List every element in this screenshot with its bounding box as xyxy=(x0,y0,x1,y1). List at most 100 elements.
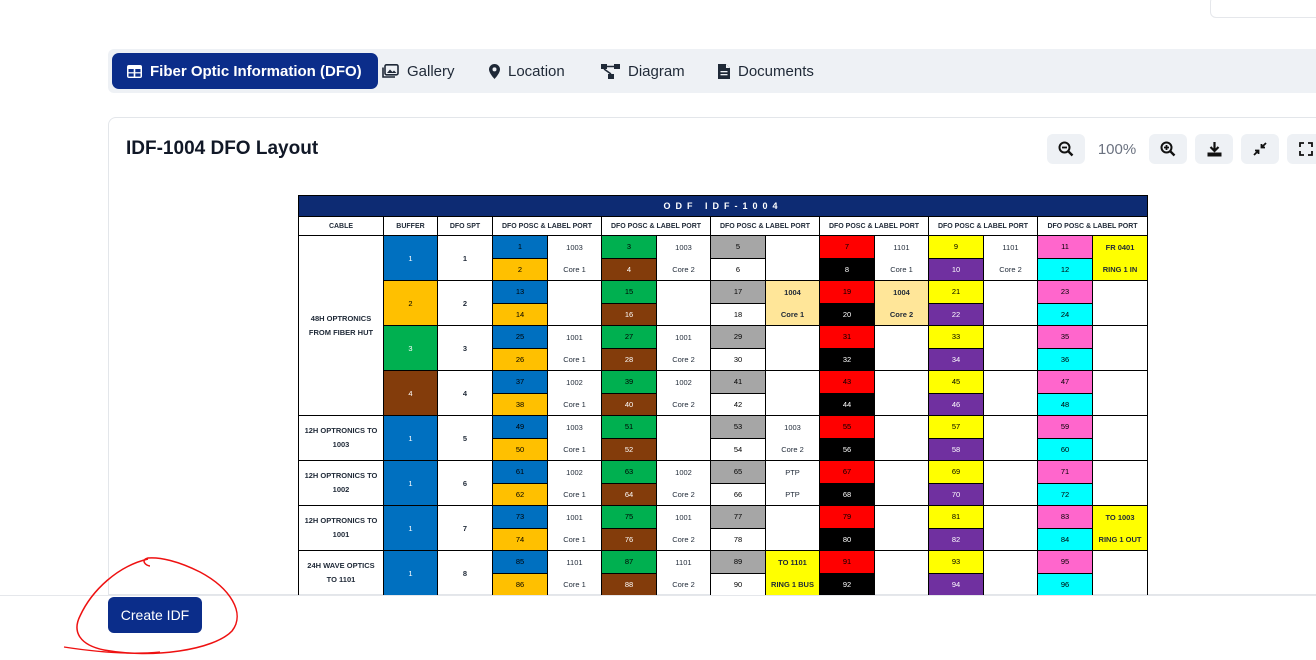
dfo-spt-cell: 2 xyxy=(437,280,493,326)
port-cell: 18 xyxy=(710,302,766,326)
port-label-cell: Core 1 xyxy=(547,258,602,281)
tab-fiber-optic-information[interactable]: Fiber Optic Information (DFO) xyxy=(112,53,378,89)
header-buffer: BUFFER xyxy=(383,216,438,236)
port-cell: 52 xyxy=(601,437,657,461)
port-label-cell xyxy=(1091,483,1149,506)
port-cell: 91 xyxy=(819,550,875,574)
port-cell: 2 xyxy=(492,257,548,281)
port-label-cell xyxy=(874,325,929,348)
port-cell: 90 xyxy=(710,572,766,595)
port-label-cell xyxy=(874,550,929,573)
port-cell: 22 xyxy=(928,302,984,326)
port-cell: 39 xyxy=(601,370,657,394)
zoom-out-button[interactable] xyxy=(1047,134,1085,164)
diagram-icon xyxy=(601,63,620,79)
port-label-cell: RING 1 IN xyxy=(1091,258,1149,281)
port-label-cell xyxy=(1091,393,1149,416)
tab-location[interactable]: Location xyxy=(489,53,565,89)
port-label-cell xyxy=(983,438,1038,461)
port-label-cell xyxy=(874,573,929,595)
port-cell: 87 xyxy=(601,550,657,574)
create-idf-button[interactable]: Create IDF xyxy=(108,597,202,633)
port-cell: 42 xyxy=(710,392,766,416)
port-cell: 82 xyxy=(928,527,984,551)
port-cell: 83 xyxy=(1037,505,1093,529)
port-cell: 31 xyxy=(819,325,875,349)
port-label-cell: Core 1 xyxy=(547,573,602,595)
port-cell: 61 xyxy=(492,460,548,484)
port-label-cell xyxy=(1091,280,1149,303)
collapse-button[interactable] xyxy=(1241,134,1279,164)
port-cell: 4 xyxy=(601,257,657,281)
port-cell: 60 xyxy=(1037,437,1093,461)
port-label-cell: Core 1 xyxy=(547,528,602,551)
buffer-cell: 3 xyxy=(383,325,438,371)
port-label-cell: Core 2 xyxy=(874,303,929,326)
sheet-title: ODF IDF-1004 xyxy=(298,195,1149,217)
port-cell: 5 xyxy=(710,235,766,259)
top-right-input[interactable] xyxy=(1210,0,1316,18)
port-label-cell xyxy=(874,505,929,528)
port-label-cell: Core 1 xyxy=(547,483,602,506)
port-label-cell: TO 1003 xyxy=(1091,505,1149,528)
header-dfo-posc-label-port: DFO POSC & LABEL PORT xyxy=(492,216,602,236)
tab-gallery[interactable]: Gallery xyxy=(382,53,455,89)
port-cell: 11 xyxy=(1037,235,1093,259)
port-label-cell xyxy=(1091,438,1149,461)
port-cell: 53 xyxy=(710,415,766,439)
port-cell: 96 xyxy=(1037,572,1093,595)
port-label-cell: 1002 xyxy=(656,370,711,393)
port-cell: 33 xyxy=(928,325,984,349)
port-cell: 51 xyxy=(601,415,657,439)
header-dfo-posc-label-port: DFO POSC & LABEL PORT xyxy=(928,216,1038,236)
buffer-cell: 4 xyxy=(383,370,438,416)
port-cell: 58 xyxy=(928,437,984,461)
port-cell: 81 xyxy=(928,505,984,529)
port-label-cell xyxy=(765,393,820,416)
tab-diagram[interactable]: Diagram xyxy=(601,53,685,89)
table-icon xyxy=(127,64,142,78)
port-cell: 72 xyxy=(1037,482,1093,506)
port-label-cell xyxy=(983,550,1038,573)
port-cell: 19 xyxy=(819,280,875,304)
dfo-sheet-viewport[interactable]: ODF IDF-1004 CABLE BUFFER DFO SPT DFO POSC &… xyxy=(298,195,1149,595)
port-cell: 68 xyxy=(819,482,875,506)
header-dfo-posc-label-port: DFO POSC & LABEL PORT xyxy=(819,216,929,236)
tab-label: Diagram xyxy=(628,62,685,80)
dfo-spt-cell: 8 xyxy=(437,550,493,595)
port-cell: 70 xyxy=(928,482,984,506)
header-dfo-posc-label-port: DFO POSC & LABEL PORT xyxy=(1036,216,1149,236)
port-label-cell xyxy=(874,393,929,416)
port-label-cell xyxy=(983,528,1038,551)
port-label-cell xyxy=(1091,370,1149,393)
dfo-spt-cell: 1 xyxy=(437,235,493,281)
port-cell: 66 xyxy=(710,482,766,506)
port-label-cell xyxy=(983,348,1038,371)
port-label-cell: 1003 xyxy=(547,415,602,438)
port-label-cell: 1101 xyxy=(656,550,711,573)
port-label-cell: Core 2 xyxy=(656,348,711,371)
fullscreen-icon xyxy=(1299,142,1313,156)
fullscreen-button[interactable] xyxy=(1287,134,1316,164)
port-cell: 27 xyxy=(601,325,657,349)
cable-label: 12H OPTRONICS TO 1001 xyxy=(298,505,384,551)
port-label-cell xyxy=(765,348,820,371)
port-label-cell xyxy=(983,505,1038,528)
header-dfo-posc-label-port: DFO POSC & LABEL PORT xyxy=(710,216,820,236)
port-label-cell xyxy=(765,258,820,281)
zoom-in-button[interactable] xyxy=(1149,134,1187,164)
port-cell: 59 xyxy=(1037,415,1093,439)
port-cell: 47 xyxy=(1037,370,1093,394)
port-label-cell: Core 2 xyxy=(765,438,820,461)
port-label-cell xyxy=(1091,573,1149,595)
port-cell: 1 xyxy=(492,235,548,259)
port-label-cell xyxy=(983,370,1038,393)
port-cell: 78 xyxy=(710,527,766,551)
download-button[interactable] xyxy=(1195,134,1233,164)
port-label-cell: 1101 xyxy=(983,235,1038,258)
tab-documents[interactable]: Documents xyxy=(718,53,814,89)
zoom-out-icon xyxy=(1058,141,1074,157)
buffer-cell: 1 xyxy=(383,415,438,461)
port-cell: 49 xyxy=(492,415,548,439)
port-label-cell xyxy=(983,460,1038,483)
